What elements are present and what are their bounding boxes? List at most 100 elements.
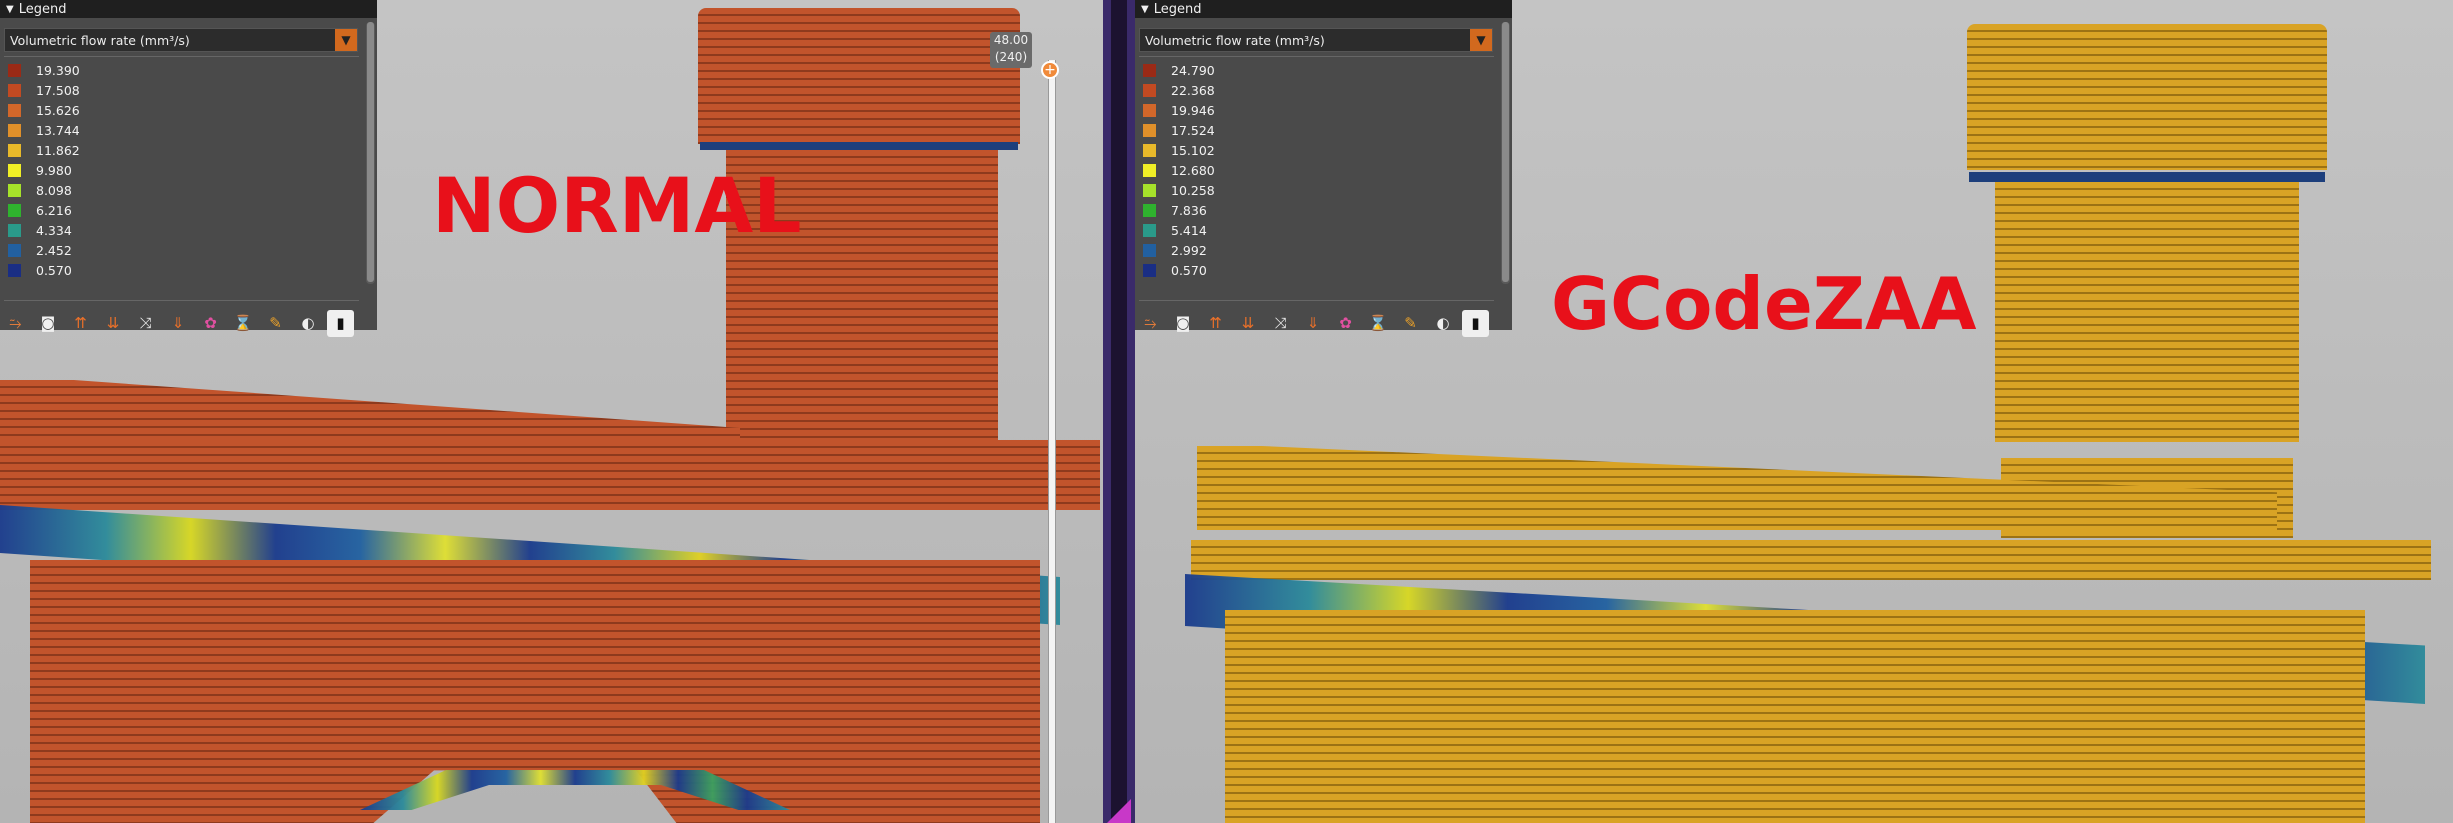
part-lower-body <box>1225 610 2365 823</box>
legend-item: 7.836 <box>1143 200 1215 220</box>
legend-item: 19.390 <box>8 60 80 80</box>
slider-tooltip: 48.00 (240) <box>990 32 1032 68</box>
wipe-icon[interactable]: ◙ <box>35 310 62 337</box>
chevron-down-icon[interactable]: ▼ <box>1470 29 1492 51</box>
legend-item: 15.626 <box>8 100 80 120</box>
layer-slider-track[interactable] <box>1048 60 1056 823</box>
corner-marker <box>1107 799 1131 823</box>
collapse-triangle-icon[interactable]: ▼ <box>6 4 14 15</box>
right-3d-viewport[interactable]: GCodeZAA ▼ Legend Volumetric flow rate (… <box>1135 0 2453 823</box>
layer-slider-handle[interactable]: + <box>1041 61 1059 79</box>
legend-swatch <box>1143 203 1156 217</box>
chevron-down-icon[interactable]: ▼ <box>335 29 357 51</box>
legend-scrollbar[interactable] <box>366 22 375 284</box>
legend-title: Legend <box>18 1 67 17</box>
legend-swatch <box>1143 63 1156 77</box>
center-of-gravity-icon[interactable]: ◐ <box>295 310 322 337</box>
part-body <box>0 440 1100 510</box>
legend-item: 4.334 <box>8 220 80 240</box>
legend-items: 19.390 17.508 15.626 13.744 11.862 9.980… <box>8 60 80 280</box>
legend-swatch <box>8 263 21 277</box>
part-neck <box>1995 182 2299 442</box>
legend-item: 11.862 <box>8 140 80 160</box>
legend-title-bar[interactable]: ▼ Legend <box>0 0 377 18</box>
legend-item: 8.098 <box>8 180 80 200</box>
legend-item: 24.790 <box>1143 60 1215 80</box>
legend-title-bar[interactable]: ▼ Legend <box>1135 0 1512 18</box>
legend-item: 17.524 <box>1143 120 1215 140</box>
legend-item: 2.992 <box>1143 240 1215 260</box>
scrollbar-thumb[interactable] <box>1502 22 1509 282</box>
legend-toolbar: ⥲ ◙ ⇈ ⇊ ⤨ ⇓ ✿ ⌛ ✎ ◐ ▮ <box>2 308 360 338</box>
collapse-triangle-icon[interactable]: ▼ <box>1141 4 1149 15</box>
color-changes-icon[interactable]: ✿ <box>1332 310 1359 337</box>
travel-moves-icon[interactable]: ⥲ <box>2 310 29 337</box>
legend-swatch <box>8 143 21 157</box>
legend-item: 5.414 <box>1143 220 1215 240</box>
legend-item: 0.570 <box>8 260 80 280</box>
legend-panel: ▼ Legend Volumetric flow rate (mm³/s) ▼ … <box>0 0 377 337</box>
tool-changes-icon[interactable]: ⇓ <box>165 310 192 337</box>
shells-icon[interactable]: ▮ <box>1462 309 1489 337</box>
slider-height-value: 48.00 <box>993 33 1029 47</box>
legend-item: 13.744 <box>8 120 80 140</box>
legend-swatch <box>8 203 21 217</box>
legend-item: 0.570 <box>1143 260 1215 280</box>
legend-swatch <box>1143 143 1156 157</box>
tool-changes-icon[interactable]: ⇓ <box>1300 310 1327 337</box>
legend-swatch <box>1143 243 1156 257</box>
legend-title: Legend <box>1153 1 1202 17</box>
legend-swatch <box>1143 223 1156 237</box>
legend-swatch <box>1143 83 1156 97</box>
view-type-value: Volumetric flow rate (mm³/s) <box>1145 32 1325 48</box>
deretractions-icon[interactable]: ⇊ <box>100 310 127 337</box>
pause-prints-icon[interactable]: ⌛ <box>230 310 257 337</box>
legend-item: 6.216 <box>8 200 80 220</box>
divider-bar <box>1111 0 1127 823</box>
color-changes-icon[interactable]: ✿ <box>197 310 224 337</box>
legend-item: 17.508 <box>8 80 80 100</box>
legend-items: 24.790 22.368 19.946 17.524 15.102 12.68… <box>1143 60 1215 280</box>
left-3d-viewport[interactable]: NORMAL ▼ Legend Volumetric flow rate (mm… <box>0 0 1103 823</box>
legend-item: 9.980 <box>8 160 80 180</box>
divider <box>4 56 359 57</box>
custom-gcode-icon[interactable]: ✎ <box>1397 310 1424 337</box>
seams-icon[interactable]: ⤨ <box>132 310 159 337</box>
deretractions-icon[interactable]: ⇊ <box>1235 310 1262 337</box>
legend-scrollbar[interactable] <box>1501 22 1510 284</box>
part-body <box>1191 540 2431 580</box>
wipe-icon[interactable]: ◙ <box>1170 310 1197 337</box>
seams-icon[interactable]: ⤨ <box>1267 310 1294 337</box>
legend-swatch <box>1143 263 1156 277</box>
custom-gcode-icon[interactable]: ✎ <box>262 310 289 337</box>
retractions-icon[interactable]: ⇈ <box>1202 310 1229 337</box>
legend-item: 15.102 <box>1143 140 1215 160</box>
shells-icon[interactable]: ▮ <box>327 309 354 337</box>
divider <box>1139 56 1494 57</box>
part-blue-ring <box>700 142 1018 150</box>
legend-swatch <box>8 103 21 117</box>
legend-panel: ▼ Legend Volumetric flow rate (mm³/s) ▼ … <box>1135 0 1512 337</box>
pause-prints-icon[interactable]: ⌛ <box>1365 310 1392 337</box>
legend-swatch <box>8 63 21 77</box>
legend-swatch <box>1143 103 1156 117</box>
divider <box>4 300 359 301</box>
view-type-combo[interactable]: Volumetric flow rate (mm³/s) ▼ <box>4 28 358 52</box>
view-type-combo[interactable]: Volumetric flow rate (mm³/s) ▼ <box>1139 28 1493 52</box>
viewport-divider <box>1103 0 1135 823</box>
legend-swatch <box>1143 183 1156 197</box>
travel-moves-icon[interactable]: ⥲ <box>1137 310 1164 337</box>
legend-swatch <box>8 243 21 257</box>
legend-swatch <box>8 123 21 137</box>
center-of-gravity-icon[interactable]: ◐ <box>1430 310 1457 337</box>
part-blue-ring <box>1969 172 2325 182</box>
gcodezaa-label: GCodeZAA <box>1551 262 1977 346</box>
legend-item: 22.368 <box>1143 80 1215 100</box>
scrollbar-thumb[interactable] <box>367 22 374 282</box>
legend-swatch <box>8 83 21 97</box>
divider <box>1139 300 1494 301</box>
normal-label: NORMAL <box>432 161 802 250</box>
legend-swatch <box>8 183 21 197</box>
retractions-icon[interactable]: ⇈ <box>67 310 94 337</box>
slider-layer-value: (240) <box>994 50 1028 64</box>
